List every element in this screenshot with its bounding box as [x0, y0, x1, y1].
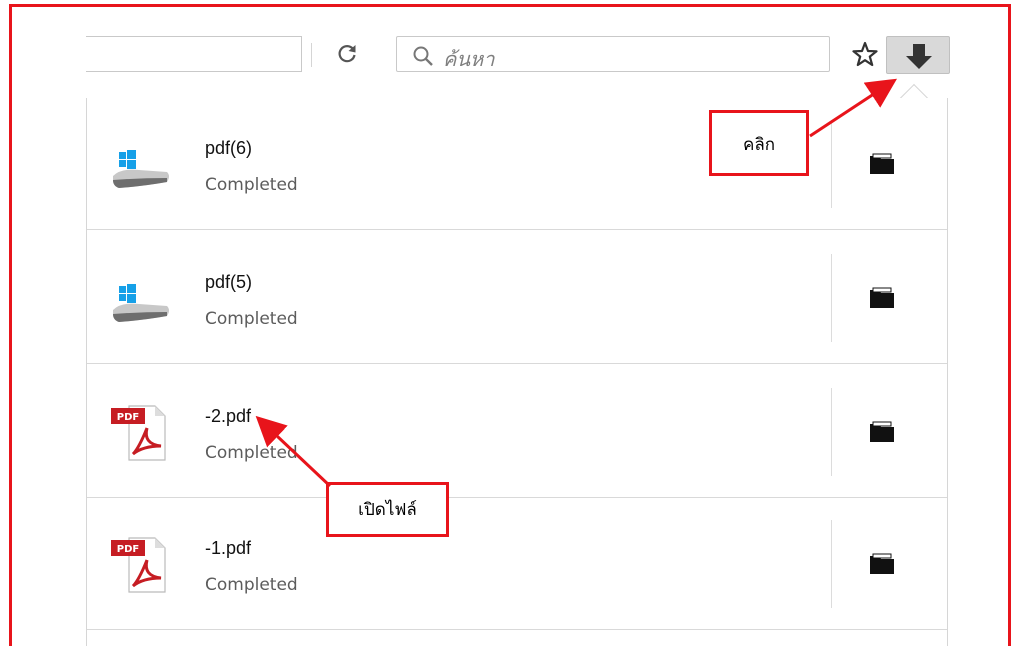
pdf-icon: PDF	[111, 405, 166, 461]
drive-icon	[113, 284, 169, 322]
folder-icon[interactable]	[867, 150, 897, 178]
download-name: -2.pdf	[205, 406, 252, 426]
download-name: pdf(5)	[205, 272, 253, 292]
reload-button[interactable]	[311, 38, 383, 70]
folder-icon[interactable]	[867, 550, 897, 578]
download-status: Completed	[205, 175, 298, 195]
folder-icon[interactable]	[867, 284, 897, 312]
download-item[interactable]: PDF -1.pdf Completed	[87, 498, 947, 630]
reload-icon	[338, 45, 356, 63]
search-placeholder: ค้นหา	[443, 47, 495, 71]
download-status: Completed	[205, 443, 298, 463]
toolbar-separator	[311, 43, 312, 67]
pdf-icon: PDF	[111, 537, 166, 593]
annotation-open-file-label: เปิดไฟล์	[358, 500, 417, 520]
download-item[interactable]: pdf(5) Completed	[87, 232, 947, 364]
bookmark-star-button[interactable]	[850, 38, 880, 70]
download-item[interactable]: pdf(6) Completed	[87, 98, 947, 230]
row-separator	[831, 520, 832, 608]
row-separator	[831, 388, 832, 476]
download-name: pdf(6)	[205, 138, 253, 158]
download-item[interactable]: PDF -2.pdf Completed	[87, 366, 947, 498]
row-separator	[831, 120, 832, 208]
svg-text:PDF: PDF	[117, 544, 139, 555]
url-bar[interactable]	[86, 36, 302, 72]
folder-icon[interactable]	[867, 418, 897, 446]
search-icon	[413, 46, 433, 66]
annotation-click-label: คลิก	[742, 135, 776, 155]
star-icon	[852, 41, 878, 67]
row-separator	[831, 254, 832, 342]
download-status: Completed	[205, 309, 298, 329]
download-status: Completed	[205, 575, 298, 595]
download-icon	[906, 44, 932, 69]
annotation-open-file-callout: เปิดไฟล์	[326, 482, 449, 537]
drive-icon	[113, 150, 169, 188]
search-input[interactable]: ค้นหา	[396, 36, 830, 72]
downloads-button[interactable]	[886, 36, 950, 74]
browser-toolbar: ค้นหา	[86, 30, 950, 98]
download-name: -1.pdf	[205, 538, 252, 558]
annotation-click-callout: คลิก	[709, 110, 809, 176]
downloads-panel: pdf(6) Completed pdf(5) Completed PDF -2…	[86, 98, 948, 646]
svg-text:PDF: PDF	[117, 412, 139, 423]
